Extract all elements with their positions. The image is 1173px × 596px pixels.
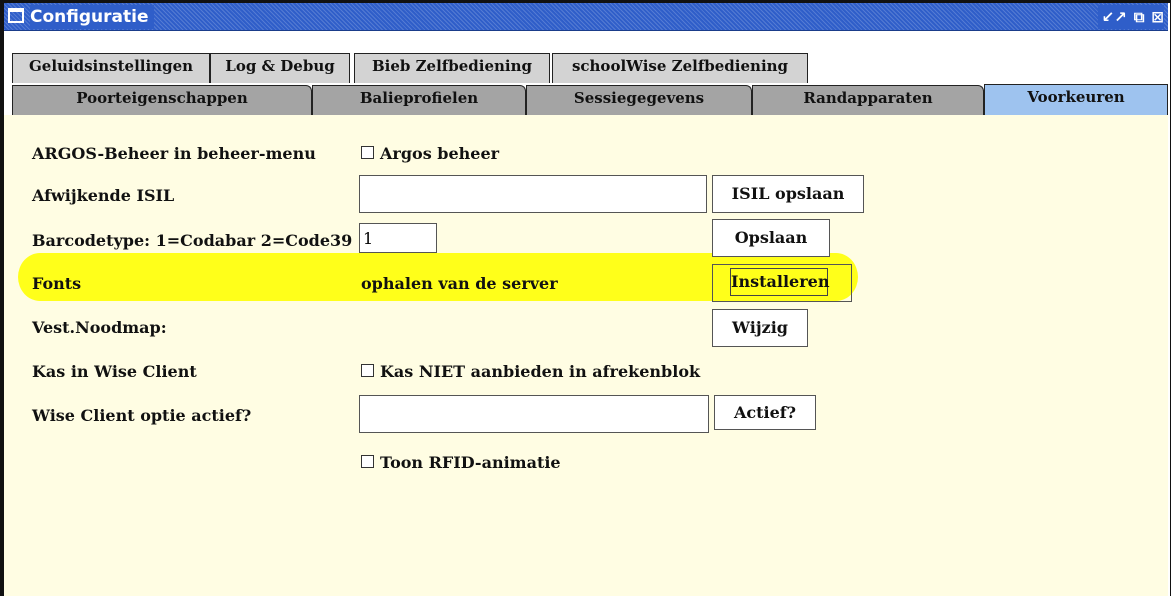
- argos-checkbox[interactable]: Argos beheer: [361, 144, 499, 163]
- barcode-label: Barcodetype: 1=Codabar 2=Code39: [32, 231, 353, 250]
- rfid-checkbox-box[interactable]: [361, 455, 374, 468]
- restore-icon[interactable]: ↙↗: [1102, 7, 1127, 27]
- kas-checkbox-label: Kas NIET aanbieden in afrekenblok: [380, 362, 701, 381]
- wise-option-input[interactable]: [359, 395, 709, 433]
- barcode-input[interactable]: [359, 223, 437, 253]
- argos-label: ARGOS-Beheer in beheer-menu: [32, 144, 316, 163]
- argos-checkbox-label: Argos beheer: [380, 144, 500, 163]
- maximize-icon[interactable]: ⧉: [1134, 7, 1145, 27]
- tab-randapparaten[interactable]: Randapparaten: [752, 85, 984, 115]
- tab-bieb-zelfbediening[interactable]: Bieb Zelfbediening: [354, 53, 550, 83]
- wise-option-active-button[interactable]: Actief?: [714, 395, 816, 430]
- kas-label: Kas in Wise Client: [32, 362, 197, 381]
- wise-option-label: Wise Client optie actief?: [32, 406, 252, 425]
- isil-save-button[interactable]: ISIL opslaan: [712, 175, 864, 213]
- tab-geluidsinstellingen[interactable]: Geluidsinstellingen: [12, 53, 210, 83]
- kas-checkbox[interactable]: Kas NIET aanbieden in afrekenblok: [361, 362, 700, 381]
- tab-sessiegegevens[interactable]: Sessiegegevens: [526, 85, 752, 115]
- install-fonts-button[interactable]: Installeren: [712, 264, 852, 302]
- barcode-save-button[interactable]: Opslaan: [712, 219, 830, 257]
- install-fonts-button-label: Installeren: [730, 268, 829, 296]
- noodmap-edit-button[interactable]: Wijzig: [712, 309, 808, 347]
- window-title: Configuratie: [30, 5, 155, 29]
- fonts-text: ophalen van de server: [361, 274, 558, 293]
- window-controls: ↙↗ ⧉ ⊠: [1097, 5, 1164, 29]
- argos-checkbox-box[interactable]: [361, 146, 374, 159]
- rfid-checkbox[interactable]: Toon RFID-animatie: [361, 453, 561, 472]
- window-icon: [8, 8, 24, 23]
- tab-voorkeuren[interactable]: Voorkeuren: [984, 84, 1168, 115]
- tab-strip: Geluidsinstellingen Log & Debug Bieb Zel…: [4, 31, 1168, 115]
- rfid-checkbox-label: Toon RFID-animatie: [380, 453, 561, 472]
- close-icon[interactable]: ⊠: [1151, 7, 1164, 27]
- kas-checkbox-box[interactable]: [361, 364, 374, 377]
- isil-label: Afwijkende ISIL: [32, 186, 175, 205]
- voorkeuren-panel: ARGOS-Beheer in beheer-menu Argos beheer…: [4, 115, 1168, 596]
- fonts-label: Fonts: [32, 274, 82, 293]
- title-bar[interactable]: Configuratie ↙↗ ⧉ ⊠: [4, 3, 1168, 31]
- noodmap-label: Vest.Noodmap:: [32, 318, 167, 337]
- tab-schoolwise-zelfbediening[interactable]: schoolWise Zelfbediening: [552, 53, 808, 83]
- isil-input[interactable]: [359, 175, 707, 213]
- tab-poorteigenschappen[interactable]: Poorteigenschappen: [12, 85, 312, 115]
- tab-log-debug[interactable]: Log & Debug: [210, 53, 350, 83]
- tab-balieprofielen[interactable]: Balieprofielen: [312, 85, 526, 115]
